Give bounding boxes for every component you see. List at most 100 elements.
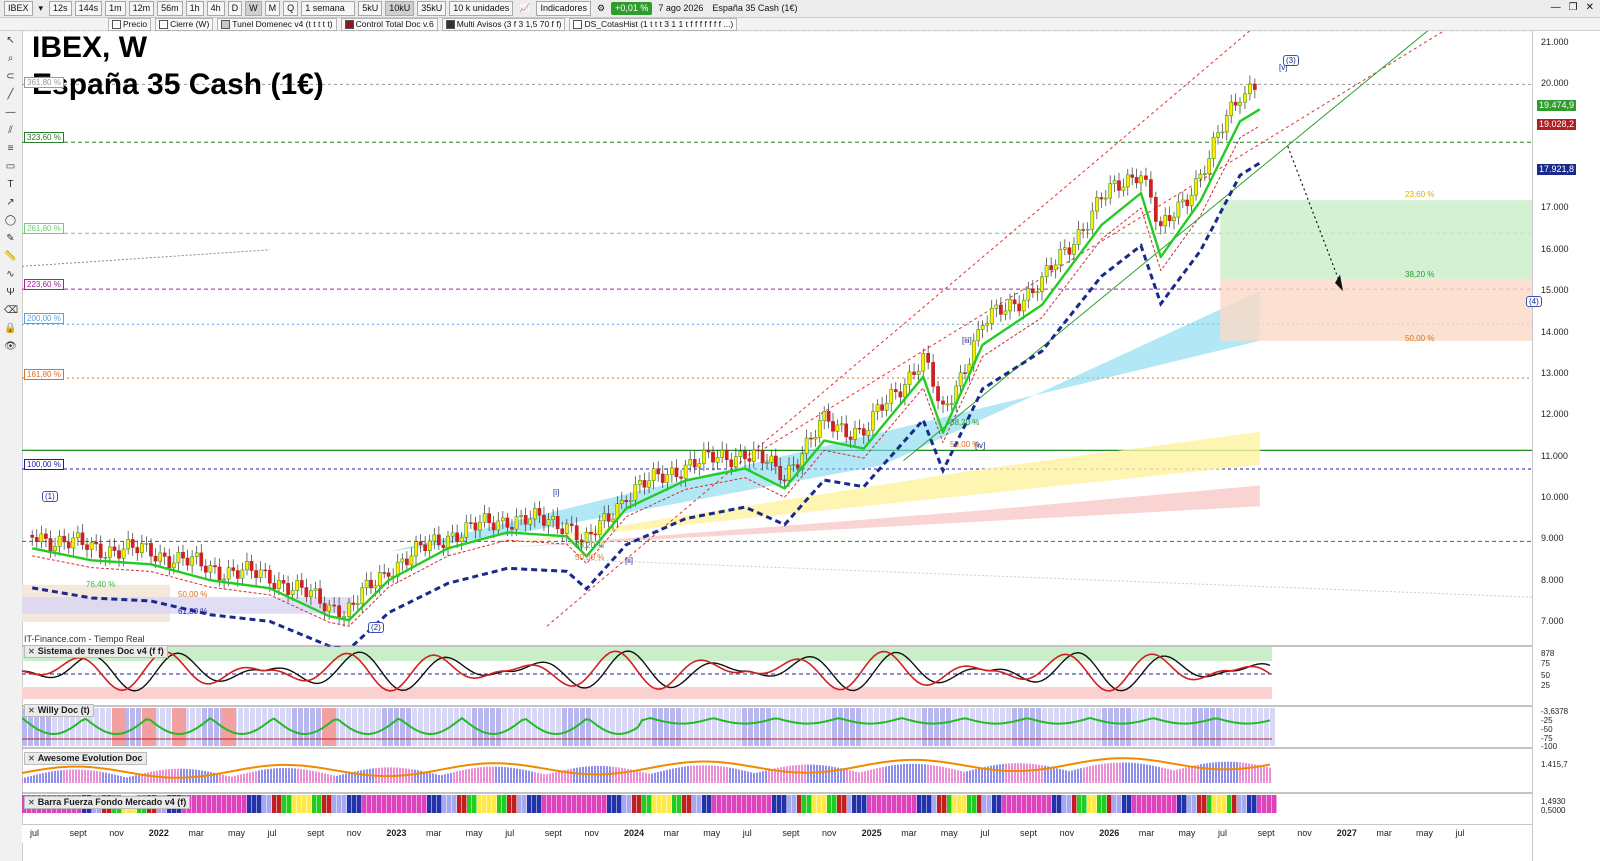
fib-tag-261[interactable]: 261,80 %: [24, 223, 64, 234]
period-select[interactable]: 1 semana: [301, 1, 356, 16]
willy-bar: [754, 708, 759, 746]
candle-body: [747, 458, 752, 462]
barra-cell: [862, 795, 867, 813]
fib-tag-161[interactable]: 161,80 %: [24, 369, 64, 380]
indicator-chip[interactable]: Tunel Domenec v4 (t t t t t): [217, 17, 337, 31]
wave-label-2[interactable]: (2): [368, 622, 384, 633]
lock-icon[interactable]: 🔒: [4, 323, 17, 335]
arrow-icon[interactable]: ↗: [4, 197, 17, 209]
fib-tag-100[interactable]: 100,00 %: [24, 459, 64, 470]
barra-cell: [672, 795, 677, 813]
willy-bar: [1048, 708, 1053, 746]
candle-body: [194, 552, 199, 557]
unit-35kU[interactable]: 35kU: [417, 1, 447, 16]
indicator-chip[interactable]: Cierre (W): [155, 17, 214, 31]
chevron-down-icon[interactable]: ▾: [36, 2, 47, 15]
panel-label-barra[interactable]: ✕ Barra Fuerza Fondo Mercado v4 (f): [24, 796, 191, 809]
fib-tag-223[interactable]: 223,60 %: [24, 279, 64, 290]
timeframe-M[interactable]: M: [264, 1, 281, 16]
candle-body: [108, 546, 112, 558]
barra-cell: [1192, 795, 1197, 813]
price-axis[interactable]: 21.000 20.000 17.000 16.000 15.000 14.000 13.0…: [1532, 31, 1600, 861]
willy-bar: [460, 708, 465, 746]
wave-label-4[interactable]: (4): [1526, 296, 1542, 307]
text-icon[interactable]: T: [4, 179, 17, 191]
restore-icon[interactable]: ❐: [1569, 2, 1578, 13]
close-icon[interactable]: ✕: [28, 797, 35, 808]
panel-label-trenes[interactable]: ✕ Sistema de trenes Doc v4 (f f): [24, 645, 168, 658]
timeframe-4h[interactable]: 4h: [206, 1, 225, 16]
candle-body: [1072, 244, 1076, 255]
cursor-icon[interactable]: ↖: [4, 35, 17, 47]
wave-label-1[interactable]: (1): [42, 491, 58, 502]
main-toolbar: IBEX ▾ 12s 144s 1m 12m 56m 1h 4h D W M Q…: [0, 0, 1600, 18]
pencil-icon[interactable]: ✎: [4, 233, 17, 245]
unit-5kU[interactable]: 5kU: [358, 1, 383, 16]
wave-label-iii[interactable]: [iii]: [960, 336, 974, 345]
timeframe-144s[interactable]: 144s: [74, 1, 103, 16]
pitchfork-icon[interactable]: Ψ: [4, 287, 17, 299]
channel-icon[interactable]: ⫽: [4, 125, 17, 137]
indicator-chip[interactable]: DS_CotasHist (1 t t t 3 1 1 t f f f f f …: [569, 17, 738, 31]
timeframe-1h[interactable]: 1h: [185, 1, 204, 16]
timeframe-12m[interactable]: 12m: [128, 1, 155, 16]
candle-body: [555, 515, 560, 529]
fib-tag-200[interactable]: 200,00 %: [24, 313, 64, 324]
timeframe-1m[interactable]: 1m: [105, 1, 126, 16]
indicators-icon[interactable]: 📈: [516, 2, 533, 15]
barra-cell: [477, 795, 482, 813]
candle-body: [1130, 174, 1135, 178]
price-chart[interactable]: [22, 31, 1532, 824]
ellipse-icon[interactable]: ◯: [4, 215, 17, 227]
candle-body: [606, 513, 611, 522]
fib-tag-323[interactable]: 323,60 %: [24, 132, 64, 143]
unit-10kU[interactable]: 10kU: [385, 1, 415, 16]
wave-label-iv[interactable]: [iv]: [973, 441, 987, 450]
eye-icon[interactable]: 👁: [4, 341, 17, 353]
fib-tag-361[interactable]: 361,80 %: [24, 77, 64, 88]
willy-bar: [802, 708, 807, 746]
ruler-icon[interactable]: 📏: [4, 251, 17, 263]
candle-body: [1167, 215, 1172, 222]
panel-label-awesome[interactable]: ✕ Awesome Evolution Doc: [24, 752, 147, 765]
timeframe-56m[interactable]: 56m: [157, 1, 183, 16]
price-tick: 7.000: [1541, 616, 1564, 626]
barra-cell: [417, 795, 422, 813]
indicator-chip[interactable]: Control Total Doc v.6: [340, 17, 438, 31]
close-icon[interactable]: ✕: [1586, 2, 1594, 13]
wave-icon[interactable]: ∿: [4, 269, 17, 281]
indicators-button[interactable]: Indicadores: [536, 1, 591, 16]
timeframe-W[interactable]: W: [245, 1, 262, 16]
candle-body: [1194, 178, 1198, 196]
close-icon[interactable]: ✕: [28, 705, 35, 716]
rectangle-icon[interactable]: ▭: [4, 161, 17, 173]
willy-bar: [1198, 708, 1203, 746]
candle-body: [98, 543, 103, 558]
gear-icon[interactable]: ⚙: [594, 2, 608, 15]
barra-cell: [742, 795, 747, 813]
wave-label-ii[interactable]: [ii]: [623, 556, 635, 565]
timeframe-Q[interactable]: Q: [283, 1, 299, 16]
wave-label-3[interactable]: (3): [1283, 55, 1299, 66]
fibonacci-icon[interactable]: ≡: [4, 143, 17, 155]
magnet-icon[interactable]: ⊂: [4, 71, 17, 83]
trendline-icon[interactable]: ╱: [4, 89, 17, 101]
indicator-chip[interactable]: Multi Avisos (3 f 3 1,5 70 f f): [441, 17, 566, 31]
wave-label-i[interactable]: [i]: [551, 488, 561, 497]
minimize-icon[interactable]: —: [1551, 2, 1561, 13]
timeframe-D[interactable]: D: [227, 1, 243, 16]
eraser-icon[interactable]: ⌫: [4, 305, 18, 317]
unit-count-select[interactable]: 10 k unidades: [449, 1, 514, 16]
time-axis[interactable]: jul sept nov 2022 mar may jul sept nov 2023 mar may…: [22, 824, 1532, 843]
panel-label-willy[interactable]: ✕ Willy Doc (t): [24, 704, 94, 717]
zoom-icon[interactable]: ⌕: [4, 53, 17, 65]
timeframe-12s[interactable]: 12s: [49, 1, 72, 16]
hline-icon[interactable]: —: [4, 107, 17, 119]
close-icon[interactable]: ✕: [28, 753, 35, 764]
barra-cell: [1222, 795, 1227, 813]
candle-body: [1021, 299, 1026, 312]
barra-cell: [867, 795, 872, 813]
indicator-chip[interactable]: Precio: [108, 17, 152, 31]
close-icon[interactable]: ✕: [28, 646, 35, 657]
symbol-select[interactable]: IBEX: [4, 1, 33, 16]
